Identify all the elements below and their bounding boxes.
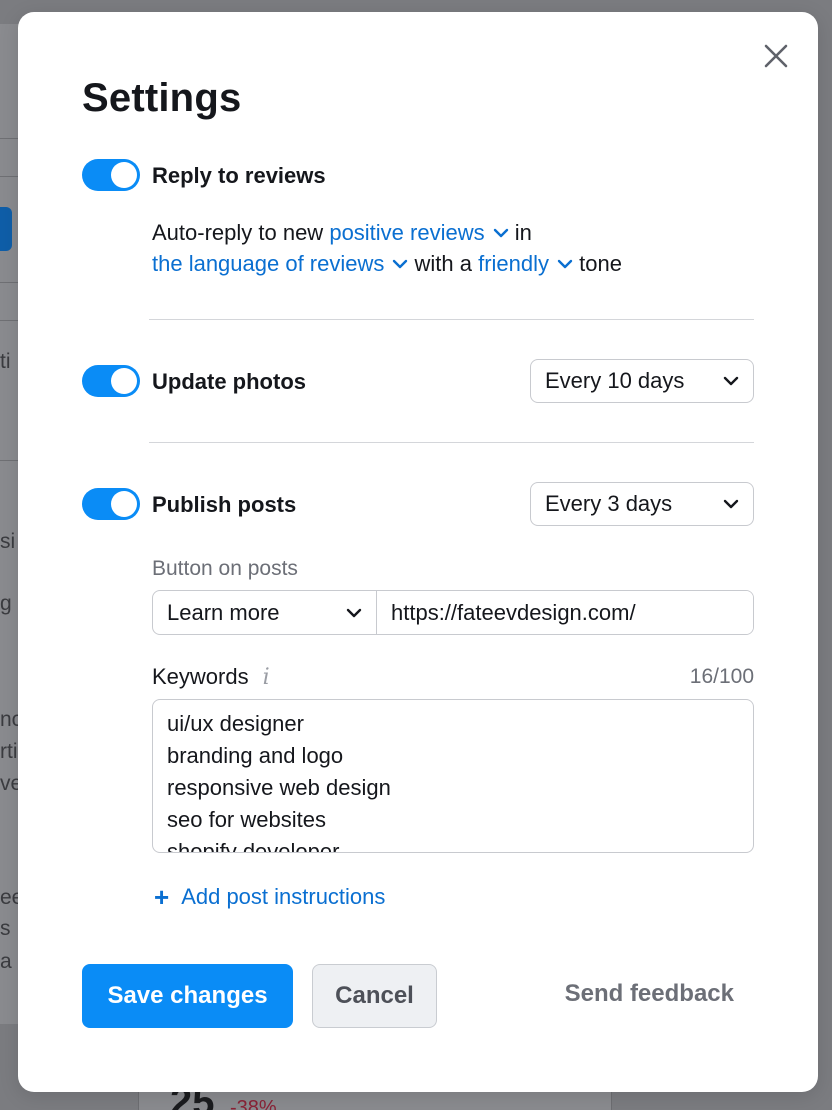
background-text: rti bbox=[0, 740, 18, 763]
publish-posts-toggle[interactable] bbox=[82, 488, 140, 520]
reply-reviews-label: Reply to reviews bbox=[152, 163, 326, 188]
keywords-label: Keywords i bbox=[152, 664, 270, 690]
section-divider bbox=[149, 442, 754, 443]
review-type-dropdown[interactable]: positive reviews bbox=[329, 217, 508, 248]
keywords-label-text: Keywords bbox=[152, 664, 249, 689]
chevron-down-icon bbox=[723, 376, 739, 386]
plus-icon: + bbox=[154, 882, 170, 912]
keyword-line: seo for websites bbox=[167, 807, 326, 832]
keywords-counter: 16/100 bbox=[689, 665, 754, 688]
cancel-button[interactable]: Cancel bbox=[312, 964, 437, 1028]
background-button bbox=[0, 207, 12, 251]
publish-posts-label: Publish posts bbox=[152, 492, 297, 517]
modal-title: Settings bbox=[82, 76, 242, 120]
keyword-line: responsive web design bbox=[167, 775, 391, 800]
reply-reviews-toggle[interactable] bbox=[82, 159, 140, 191]
photos-frequency-select[interactable]: Every 10 days bbox=[530, 359, 754, 403]
reply-mid: in bbox=[514, 220, 532, 245]
add-post-instructions-link[interactable]: + Add post instructions bbox=[154, 884, 385, 910]
settings-modal: Settings Reply to reviews Auto-reply to … bbox=[18, 12, 818, 1092]
button-type-select[interactable]: Learn more bbox=[153, 591, 377, 634]
language-value: the language of reviews bbox=[152, 251, 385, 276]
with-a-text: with a bbox=[414, 251, 472, 276]
tone-dropdown[interactable]: friendly bbox=[478, 248, 573, 279]
update-photos-toggle[interactable] bbox=[82, 365, 140, 397]
chevron-down-icon bbox=[393, 259, 408, 268]
chevron-down-icon bbox=[557, 259, 573, 268]
button-on-posts-label: Button on posts bbox=[152, 557, 298, 580]
update-photos-label: Update photos bbox=[152, 369, 306, 394]
chevron-down-icon bbox=[493, 228, 508, 237]
keyword-line: shopify developer bbox=[167, 839, 340, 853]
toggle-knob bbox=[111, 491, 137, 517]
tone-suffix: tone bbox=[579, 251, 622, 276]
close-icon[interactable] bbox=[762, 42, 790, 70]
add-post-instructions-label: Add post instructions bbox=[181, 884, 386, 909]
tone-value: friendly bbox=[478, 251, 550, 276]
keywords-textarea[interactable]: ui/ux designer branding and logo respons… bbox=[152, 699, 754, 853]
background-text: s bbox=[0, 917, 11, 940]
section-divider bbox=[149, 319, 754, 320]
language-dropdown[interactable]: the language of reviews bbox=[152, 248, 408, 279]
reply-sentence-line1: Auto-reply to new positive reviews in bbox=[152, 217, 532, 248]
save-changes-button[interactable]: Save changes bbox=[82, 964, 293, 1028]
info-icon[interactable]: i bbox=[263, 665, 270, 690]
toggle-knob bbox=[111, 162, 137, 188]
post-button-field: Learn more bbox=[152, 590, 754, 635]
background-text: a bbox=[0, 950, 12, 973]
button-type-value: Learn more bbox=[167, 599, 280, 625]
keyword-line: branding and logo bbox=[167, 743, 344, 768]
background-delta: -38% bbox=[230, 1097, 277, 1110]
reply-sentence-line2: the language of reviews with a friendly … bbox=[152, 248, 622, 279]
chevron-down-icon bbox=[723, 499, 739, 509]
send-feedback-button[interactable]: Send feedback bbox=[565, 980, 734, 1008]
posts-frequency-value: Every 3 days bbox=[545, 491, 673, 516]
background-text: ti bbox=[0, 350, 11, 373]
review-type-value: positive reviews bbox=[329, 220, 485, 245]
chevron-down-icon bbox=[346, 608, 362, 617]
photos-frequency-value: Every 10 days bbox=[545, 368, 685, 393]
toggle-knob bbox=[111, 368, 137, 394]
background-text: si bbox=[0, 530, 16, 553]
reply-prefix: Auto-reply to new bbox=[152, 220, 324, 245]
button-url-input[interactable] bbox=[377, 591, 753, 634]
keyword-line: ui/ux designer bbox=[167, 711, 304, 736]
posts-frequency-select[interactable]: Every 3 days bbox=[530, 482, 754, 526]
background-text: g bbox=[0, 592, 12, 615]
